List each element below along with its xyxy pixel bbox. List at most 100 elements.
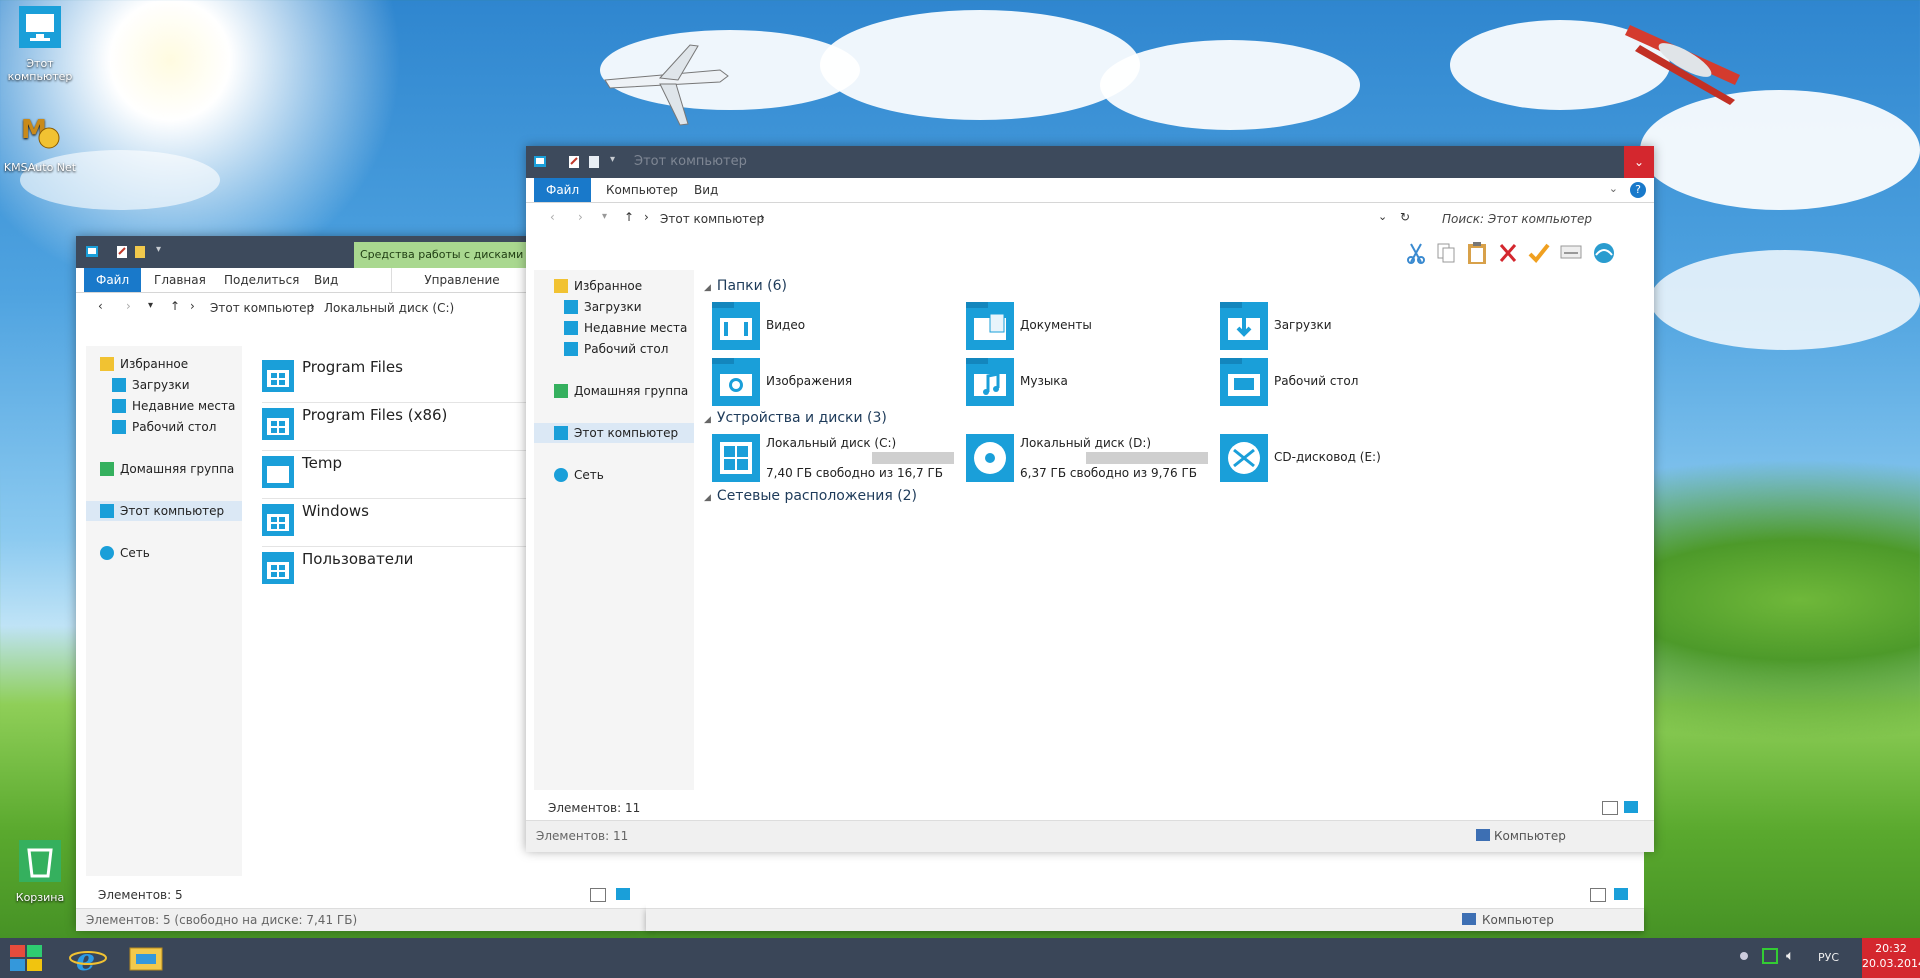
nav-homegroup[interactable]: Домашняя группа	[100, 459, 234, 479]
delete-icon[interactable]	[1498, 242, 1518, 264]
rename-check-icon[interactable]	[1528, 242, 1550, 264]
nav-label: Этот компьютер	[120, 504, 225, 518]
group-header-network[interactable]: ◢ Сетевые расположения (2)	[704, 488, 917, 504]
quick-access-dropdown-icon[interactable]: ▾	[156, 244, 161, 255]
clock[interactable]: 20:32 20.03.2014	[1862, 938, 1920, 978]
group-header-devices[interactable]: ◢ Устройства и диски (3)	[704, 410, 887, 426]
breadcrumb-this-pc[interactable]: Этот компьютер	[660, 212, 764, 226]
folder-tile-pictures[interactable]: Изображения	[712, 358, 952, 408]
file-explorer-icon[interactable]	[126, 942, 166, 974]
search-input[interactable]: Поиск: Этот компьютер	[1442, 212, 1592, 226]
desktop-icon	[112, 420, 126, 434]
new-folder-icon[interactable]	[134, 245, 146, 259]
close-button[interactable]: ⌄	[1624, 146, 1654, 178]
network-globe-icon[interactable]	[1592, 241, 1616, 265]
properties-icon[interactable]	[116, 245, 128, 259]
show-hidden-icons-icon[interactable]	[1740, 952, 1748, 960]
up-icon[interactable]: ↑	[170, 299, 180, 313]
drive-tile-c[interactable]: Локальный диск (C:) 7,40 ГБ свободно из …	[712, 434, 962, 484]
tab-manage[interactable]: Управление	[391, 268, 532, 292]
status-computer: Компьютер	[1494, 829, 1566, 843]
file-name: Windows	[302, 502, 369, 520]
group-header-folders[interactable]: ◢ Папки (6)	[704, 278, 787, 294]
folder-tile-downloads[interactable]: Загрузки	[1220, 302, 1460, 352]
nav-favorites[interactable]: Избранное	[554, 276, 642, 296]
nav-favorites[interactable]: Избранное	[100, 354, 188, 374]
start-windows-icon[interactable]	[6, 942, 46, 974]
forward-icon[interactable]: ›	[578, 210, 583, 224]
toolbar	[1406, 238, 1646, 270]
explorer-window-this-pc: ▾ Этот компьютер ⌄ Файл Компьютер Вид ⌄ …	[526, 146, 1654, 852]
nav-recent[interactable]: Недавние места	[112, 396, 235, 416]
folder-tile-video[interactable]: Видео	[712, 302, 952, 352]
tab-view[interactable]: Вид	[682, 178, 730, 202]
nav-network[interactable]: Сеть	[554, 465, 604, 485]
system-folder-icon	[262, 360, 294, 392]
desktop-icon-recycle-bin[interactable]: Корзина	[0, 838, 80, 904]
breadcrumb-local-disk[interactable]: Локальный диск (C:)	[324, 301, 454, 315]
recent-locations-icon[interactable]: ▾	[148, 300, 153, 311]
folder-tile-music[interactable]: Музыка	[966, 358, 1206, 408]
language-indicator[interactable]: РУС	[1818, 951, 1839, 964]
details-view-icon[interactable]	[590, 888, 606, 902]
status-free-space: Элементов: 5 (свободно на диске: 7,41 ГБ…	[86, 913, 358, 927]
details-view-icon[interactable]	[1602, 801, 1618, 815]
large-icons-view-icon[interactable]	[1614, 888, 1628, 900]
nav-this-pc[interactable]: Этот компьютер	[534, 423, 694, 443]
desktop-icon-this-pc[interactable]: Этот компьютер	[0, 4, 80, 83]
paste-icon[interactable]	[1466, 241, 1488, 265]
taskbar: e 🔈︎ РУС 20:32 20.03.2014	[0, 938, 1920, 978]
large-icons-view-icon[interactable]	[1624, 801, 1638, 813]
help-icon[interactable]: ?	[1630, 182, 1646, 198]
volume-icon[interactable]: 🔈︎	[1786, 948, 1794, 964]
folder-tile-documents[interactable]: Документы	[966, 302, 1206, 352]
large-icons-view-icon[interactable]	[616, 888, 630, 900]
cut-icon[interactable]	[1406, 242, 1426, 264]
nav-label: Недавние места	[132, 399, 236, 413]
clock-date: 20.03.2014	[1862, 957, 1920, 970]
address-bar[interactable]: ‹ › ▾ ↑ › Этот компьютер › ⌄ ↻ Поиск: Эт…	[526, 204, 1654, 234]
keyboard-icon[interactable]	[1560, 244, 1582, 260]
network-tray-icon[interactable]	[1762, 948, 1778, 964]
up-icon[interactable]: ↑	[624, 210, 634, 224]
breadcrumb-this-pc[interactable]: Этот компьютер	[210, 301, 314, 315]
tab-share[interactable]: Поделиться	[212, 268, 311, 292]
internet-explorer-icon[interactable]: e	[68, 942, 108, 974]
desktop-icon-kmsauto[interactable]: M KMSAuto Net	[0, 108, 80, 174]
back-icon[interactable]: ‹	[98, 299, 103, 313]
tab-view[interactable]: Вид	[302, 268, 350, 292]
nav-label: Домашняя группа	[574, 384, 689, 398]
recent-locations-icon[interactable]: ▾	[602, 211, 607, 222]
drive-tile-e[interactable]: CD-дисковод (E:)	[1220, 434, 1470, 484]
folder-tile-desktop[interactable]: Рабочий стол	[1220, 358, 1460, 408]
tab-file[interactable]: Файл	[84, 268, 142, 292]
nav-desktop[interactable]: Рабочий стол	[112, 417, 216, 437]
nav-label: Домашняя группа	[120, 462, 235, 476]
nav-desktop[interactable]: Рабочий стол	[564, 339, 668, 359]
back-icon[interactable]: ‹	[550, 210, 555, 224]
breadcrumb-separator-icon: ›	[760, 210, 765, 224]
nav-this-pc[interactable]: Этот компьютер	[86, 501, 242, 521]
tab-file[interactable]: Файл	[534, 178, 592, 202]
nav-downloads[interactable]: Загрузки	[112, 375, 190, 395]
star-icon	[554, 279, 568, 293]
tab-home[interactable]: Главная	[142, 268, 218, 292]
quick-access-dropdown-icon[interactable]: ▾	[610, 154, 615, 165]
nav-downloads[interactable]: Загрузки	[564, 297, 642, 317]
folder-label: Видео	[766, 318, 806, 332]
details-view-icon[interactable]	[1590, 888, 1606, 902]
nav-homegroup[interactable]: Домашняя группа	[554, 381, 688, 401]
properties-icon[interactable]	[568, 155, 580, 169]
new-folder-icon[interactable]	[588, 155, 600, 169]
refresh-icon[interactable]: ↻	[1400, 210, 1410, 224]
nav-network[interactable]: Сеть	[100, 543, 150, 563]
drive-tile-d[interactable]: Локальный диск (D:) 6,37 ГБ свободно из …	[966, 434, 1216, 484]
copy-icon[interactable]	[1436, 242, 1456, 264]
address-dropdown-icon[interactable]: ⌄	[1378, 210, 1387, 223]
window-titlebar[interactable]: ▾ Этот компьютер ⌄	[526, 146, 1654, 178]
network-icon	[554, 468, 568, 482]
tab-computer[interactable]: Компьютер	[594, 178, 690, 202]
ribbon-expand-icon[interactable]: ⌄	[1609, 182, 1618, 195]
forward-icon[interactable]: ›	[126, 299, 131, 313]
nav-recent[interactable]: Недавние места	[564, 318, 687, 338]
